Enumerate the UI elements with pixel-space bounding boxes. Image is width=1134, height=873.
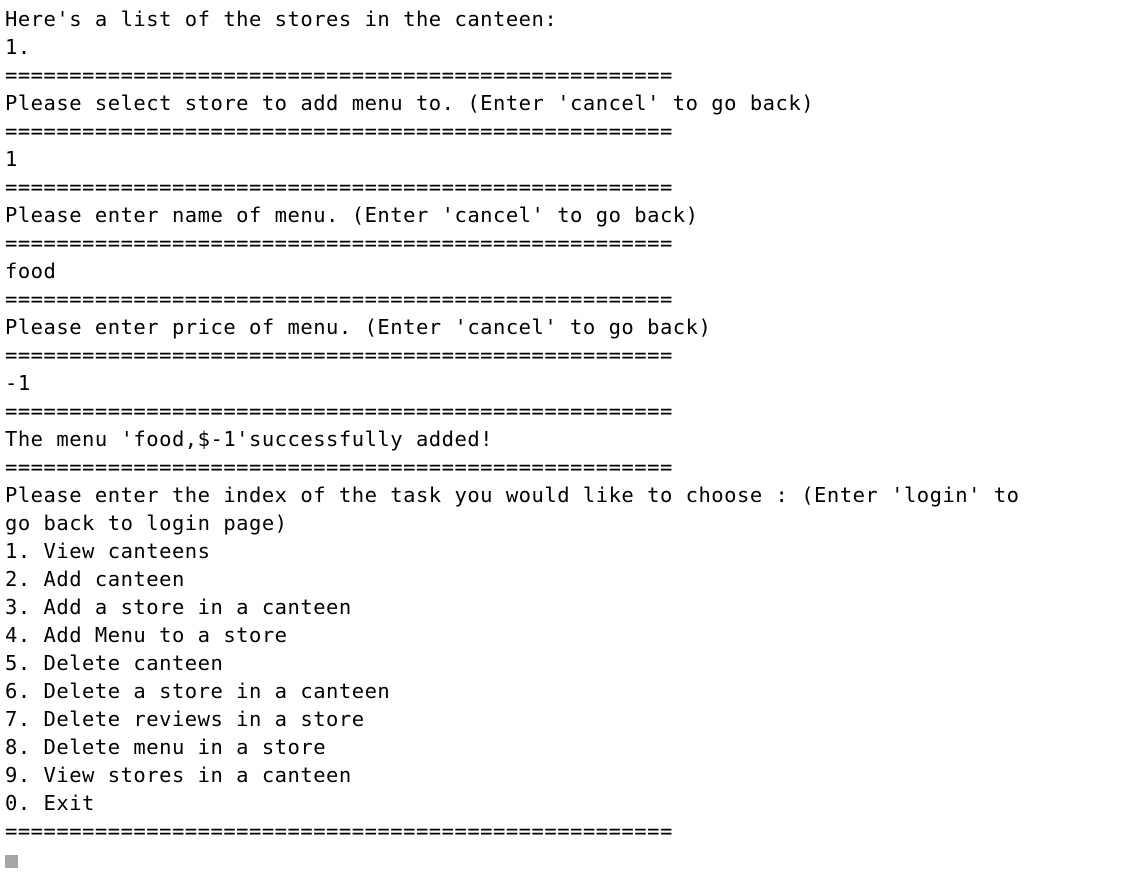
user-input-store: 1	[5, 147, 18, 171]
separator: ========================================…	[5, 175, 673, 199]
separator: ========================================…	[5, 231, 673, 255]
menu-option-view-stores: 9. View stores in a canteen	[5, 763, 352, 787]
separator: ========================================…	[5, 819, 673, 843]
menu-option-add-canteen: 2. Add canteen	[5, 567, 185, 591]
success-message: The menu 'food,$-1'successfully added!	[5, 427, 493, 451]
menu-option-add-store: 3. Add a store in a canteen	[5, 595, 352, 619]
separator: ========================================…	[5, 399, 673, 423]
output-line: Here's a list of the stores in the cante…	[5, 7, 558, 31]
menu-option-view-canteens: 1. View canteens	[5, 539, 211, 563]
menu-option-delete-reviews: 7. Delete reviews in a store	[5, 707, 365, 731]
separator: ========================================…	[5, 287, 673, 311]
separator: ========================================…	[5, 343, 673, 367]
menu-option-delete-menu: 8. Delete menu in a store	[5, 735, 327, 759]
menu-option-exit: 0. Exit	[5, 791, 95, 815]
separator: ========================================…	[5, 63, 673, 87]
menu-option-delete-canteen: 5. Delete canteen	[5, 651, 224, 675]
user-input-menu-name: food	[5, 259, 57, 283]
text-cursor	[5, 855, 18, 868]
prompt-task-index: Please enter the index of the task you w…	[5, 483, 1020, 507]
separator: ========================================…	[5, 455, 673, 479]
prompt-menu-price: Please enter price of menu. (Enter 'canc…	[5, 315, 712, 339]
prompt-task-index-continued: go back to login page)	[5, 511, 288, 535]
menu-option-add-menu: 4. Add Menu to a store	[5, 623, 288, 647]
store-list-item: 1.	[5, 35, 31, 59]
user-input-menu-price: -1	[5, 371, 31, 395]
terminal-output: Here's a list of the stores in the cante…	[5, 5, 1130, 873]
input-prompt-line[interactable]	[5, 845, 1130, 873]
prompt-menu-name: Please enter name of menu. (Enter 'cance…	[5, 203, 699, 227]
separator: ========================================…	[5, 119, 673, 143]
terminal-window[interactable]: Here's a list of the stores in the cante…	[0, 0, 1134, 868]
menu-option-delete-store: 6. Delete a store in a canteen	[5, 679, 391, 703]
prompt-select-store: Please select store to add menu to. (Ent…	[5, 91, 815, 115]
